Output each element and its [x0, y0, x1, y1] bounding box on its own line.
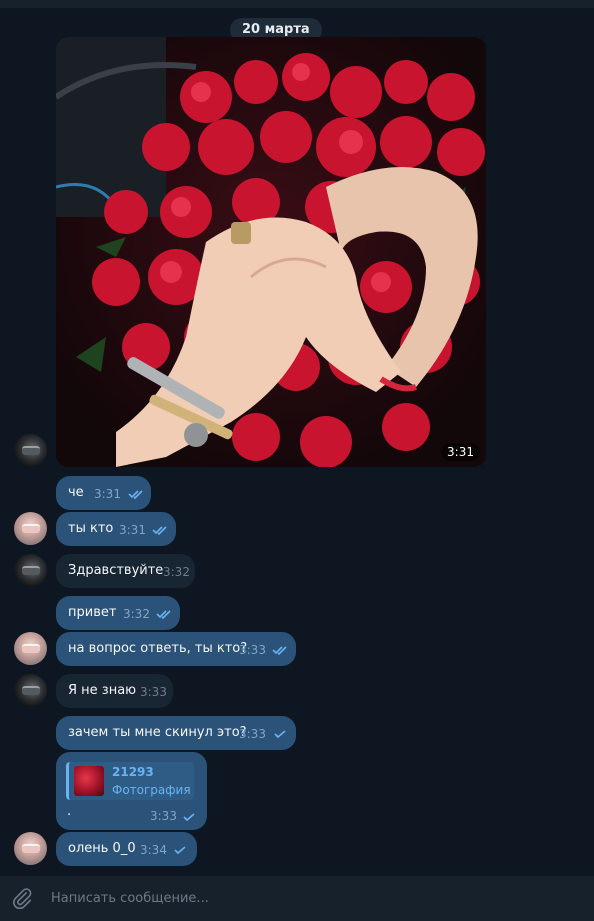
message-text: Здравствуйте: [68, 563, 164, 578]
forwarded-preview[interactable]: 21293 Фотография: [66, 762, 194, 800]
message-time: 3:33: [150, 809, 177, 823]
avatar[interactable]: [14, 554, 47, 587]
photo-image: [56, 37, 486, 467]
message-bubble[interactable]: Я не знаю 3:33: [56, 674, 173, 708]
avatar[interactable]: [14, 632, 47, 665]
avatar[interactable]: [14, 434, 47, 467]
message-text: ты кто: [68, 521, 114, 536]
forwarded-message[interactable]: 21293 Фотография . 3:33: [56, 752, 207, 830]
message-input[interactable]: [51, 876, 571, 921]
message-bubble[interactable]: ты кто 3:31: [56, 512, 176, 546]
message-time: 3:32: [123, 607, 150, 621]
message-bubble[interactable]: че 3:31: [56, 476, 151, 510]
double-check-icon: [272, 646, 287, 655]
forwarded-thumbnail: [74, 766, 104, 796]
top-bar: [0, 0, 594, 8]
message-time: 3:33: [239, 643, 266, 657]
double-check-icon: [156, 610, 171, 619]
avatar[interactable]: [14, 832, 47, 865]
message-bubble[interactable]: Здравствуйте 3:32: [56, 554, 195, 588]
double-check-icon: [128, 490, 143, 499]
check-icon: [174, 846, 186, 855]
check-icon: [274, 730, 286, 739]
message-text: зачем ты мне скинул это?: [68, 725, 247, 740]
paperclip-icon[interactable]: [11, 887, 33, 909]
forwarded-title: 21293: [112, 765, 154, 779]
message-time: 3:34: [140, 843, 167, 857]
message-text: привет: [68, 605, 117, 620]
forwarded-subtitle: Фотография: [112, 783, 191, 797]
message-bubble[interactable]: привет 3:32: [56, 596, 180, 630]
message-time: 3:31: [94, 487, 121, 501]
double-check-icon: [152, 526, 167, 535]
avatar[interactable]: [14, 674, 47, 707]
message-bubble[interactable]: зачем ты мне скинул это? 3:33: [56, 716, 296, 750]
message-time: 3:33: [140, 685, 167, 699]
message-text: Я не знаю: [68, 683, 137, 698]
message-text: че: [68, 485, 84, 500]
message-bubble[interactable]: олень 0_0 3:34: [56, 832, 197, 866]
message-text: на вопрос ответь, ты кто?: [68, 641, 248, 656]
message-composer: [0, 876, 594, 921]
avatar[interactable]: [14, 512, 47, 545]
message-time: 3:33: [239, 727, 266, 741]
message-bubble[interactable]: на вопрос ответь, ты кто? 3:33: [56, 632, 296, 666]
check-icon: [183, 813, 195, 822]
message-time: 3:31: [119, 523, 146, 537]
forwarded-text: .: [67, 804, 72, 819]
message-text: олень 0_0: [68, 841, 136, 856]
message-time: 3:32: [163, 565, 190, 579]
photo-message[interactable]: 3:31: [56, 37, 486, 467]
photo-time: 3:31: [441, 443, 480, 461]
